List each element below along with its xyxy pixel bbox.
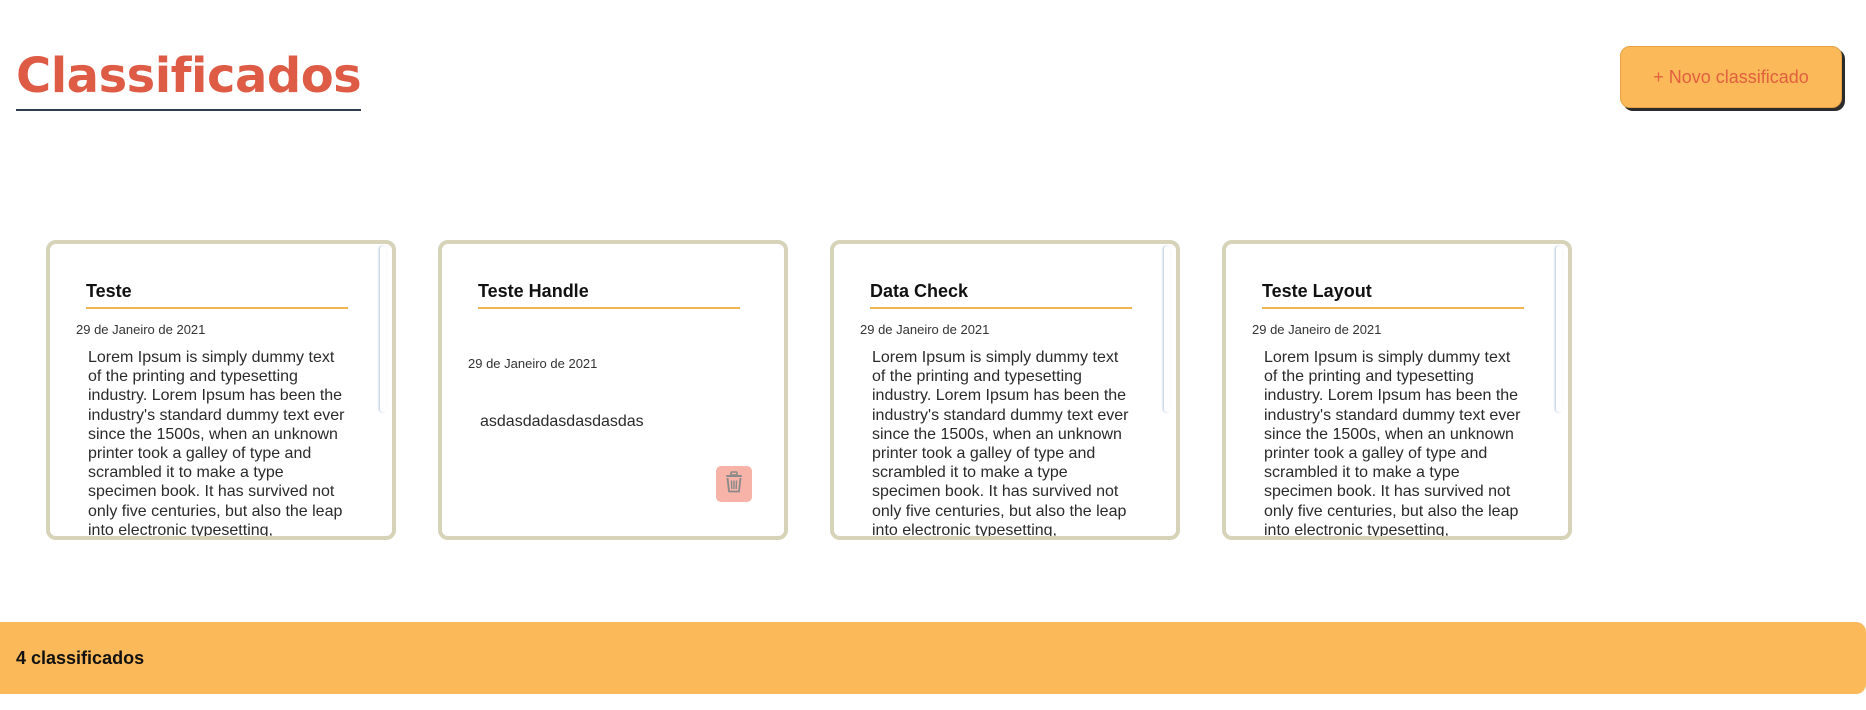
card-scrollbar[interactable] xyxy=(1556,246,1562,412)
trash-icon xyxy=(724,470,744,498)
classified-card: Teste Handle 29 de Janeiro de 2021 asdas… xyxy=(438,240,788,540)
card-description: Lorem Ipsum is simply dummy text of the … xyxy=(88,349,345,539)
card-date: 29 de Janeiro de 2021 xyxy=(1252,322,1382,337)
delete-button[interactable] xyxy=(716,466,752,502)
card-title: Data Check xyxy=(870,280,1132,309)
card-title: Teste xyxy=(86,280,348,309)
card-date: 29 de Janeiro de 2021 xyxy=(860,322,990,337)
classified-card: Data Check 29 de Janeiro de 2021 Lorem I… xyxy=(830,240,1180,540)
card-date: 29 de Janeiro de 2021 xyxy=(76,322,206,337)
card-title: Teste Layout xyxy=(1262,280,1524,309)
card-description: Lorem Ipsum is simply dummy text of the … xyxy=(872,349,1129,539)
card-description: asdasdadasdasdasdas xyxy=(480,413,644,430)
classified-count: 4 classificados xyxy=(16,647,145,668)
page-title: Classificados xyxy=(16,46,362,111)
card-scrollbar[interactable] xyxy=(380,246,386,412)
card-date: 29 de Janeiro de 2021 xyxy=(468,356,598,371)
card-description: Lorem Ipsum is simply dummy text of the … xyxy=(1264,349,1521,539)
card-title: Teste Handle xyxy=(478,280,740,309)
classified-list: Teste 29 de Janeiro de 2021 Lorem Ipsum … xyxy=(46,240,1572,540)
classified-card: Teste Layout 29 de Janeiro de 2021 Lorem… xyxy=(1222,240,1572,540)
new-classified-button[interactable]: + Novo classificado xyxy=(1620,46,1842,108)
card-scrollbar[interactable] xyxy=(1164,246,1170,412)
page: Classificados + Novo classificado Teste … xyxy=(0,0,1866,710)
classified-card: Teste 29 de Janeiro de 2021 Lorem Ipsum … xyxy=(46,240,396,540)
footer-bar: 4 classificados xyxy=(0,622,1866,694)
